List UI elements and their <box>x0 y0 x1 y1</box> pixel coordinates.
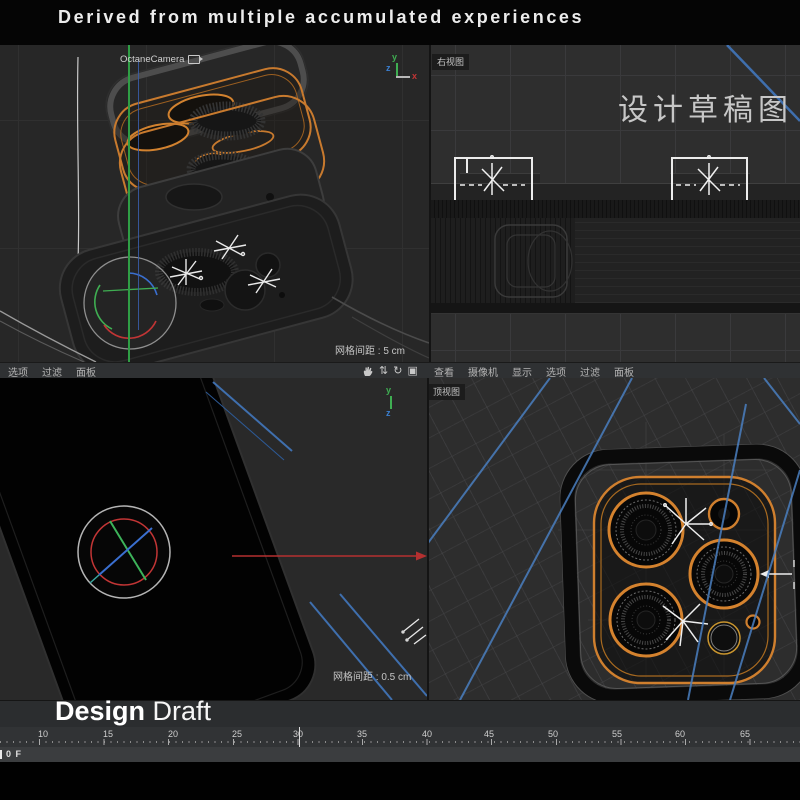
timeline-ruler[interactable]: 10 15 20 25 30 35 40 45 50 55 60 65 <box>0 727 800 747</box>
sketch-spark-annotations <box>460 156 740 195</box>
ruler-tick-label: 35 <box>352 729 372 739</box>
menu-item[interactable]: 选项 <box>8 364 28 379</box>
design-draft-watermark: Design Draft <box>55 696 211 727</box>
track-frame-label: 0 F <box>6 749 22 759</box>
z-axis-label: z <box>386 408 391 418</box>
measure-bracket <box>455 158 747 200</box>
grid-spacing-label: 网格间距 : 0.5 cm <box>333 668 411 683</box>
y-axis-label: y <box>392 52 397 62</box>
z-axis-label: z <box>386 63 391 73</box>
viewport-right-view[interactable]: 右视图 设计草稿图 <box>430 45 800 362</box>
x-axis-label: x <box>412 71 417 81</box>
x-axis-icon <box>396 76 410 78</box>
ruler-tick-label: 25 <box>227 729 247 739</box>
menu-item[interactable]: 面板 <box>76 364 96 379</box>
camera-label[interactable]: OctaneCamera <box>120 54 200 65</box>
ruler-tick-label: 60 <box>670 729 690 739</box>
orbit-icon[interactable]: ↻ <box>393 364 402 377</box>
sketch-blue-line <box>310 602 392 700</box>
timeline-playhead[interactable] <box>299 727 300 747</box>
sketch-spark-annotations <box>402 619 426 644</box>
perspective-scene <box>0 45 429 362</box>
viewport-divider[interactable] <box>427 378 429 700</box>
top-view-scene <box>428 378 800 700</box>
ruler-tick-label: 65 <box>735 729 755 739</box>
toggle-view-icon[interactable]: ▣ <box>407 364 417 377</box>
ruler-tick-label: 15 <box>98 729 118 739</box>
view-label[interactable]: 右视图 <box>432 54 469 70</box>
menu-item[interactable]: 摄像机 <box>468 364 498 379</box>
ruler-tick-label: 30 <box>288 729 308 739</box>
sensor-ring <box>708 622 740 654</box>
right-viewport-menu: 查看 摄像机 显示 选项 过滤 面板 <box>434 364 634 379</box>
footer-spacer <box>0 762 800 800</box>
camera-module[interactable] <box>594 477 775 683</box>
camera-lens[interactable] <box>609 493 683 567</box>
view-label[interactable]: 顶视图 <box>428 384 465 400</box>
left-viewport-menu: 选项 过滤 面板 <box>8 364 96 379</box>
ruler-tick-label: 20 <box>163 729 183 739</box>
camera-lens[interactable] <box>610 584 682 656</box>
menu-item[interactable]: 查看 <box>434 364 454 379</box>
viewport-perspective[interactable]: OctaneCamera y z x 网格间距 : 5 cm <box>0 45 429 362</box>
c4d-application-window: Derived from multiple accumulated experi… <box>0 0 800 800</box>
ruler-major-ticks <box>39 739 800 745</box>
dolly-icon[interactable]: ⇅ <box>379 364 388 377</box>
y-axis-icon <box>396 63 398 76</box>
menu-item[interactable]: 选项 <box>546 364 566 379</box>
camera-view-scene <box>0 378 427 700</box>
timeline-track[interactable]: 0 F <box>0 747 800 762</box>
ruler-tick-label: 45 <box>479 729 499 739</box>
y-axis-label: y <box>386 385 391 395</box>
viewport-nav-icons: ⇅ ↻ ▣ <box>362 363 418 378</box>
y-axis-guide-line <box>128 45 130 362</box>
sketch-title: 设计草稿图 <box>618 85 793 129</box>
menu-item[interactable]: 过滤 <box>580 364 600 379</box>
viewport-top-view[interactable]: 顶视图 <box>428 378 800 700</box>
viewport-divider[interactable] <box>429 45 431 362</box>
sketch-line <box>332 297 429 343</box>
ruler-tick-label: 55 <box>607 729 627 739</box>
sketch-line <box>77 57 79 287</box>
menu-item[interactable]: 显示 <box>512 364 532 379</box>
z-axis-guide-line <box>138 60 139 330</box>
track-start-tick <box>0 750 2 759</box>
ruler-tick-label: 50 <box>543 729 563 739</box>
camera-icon <box>188 55 200 64</box>
grid-spacing-label: 网格间距 : 5 cm <box>335 342 405 357</box>
ruler-tick-label: 40 <box>417 729 437 739</box>
pan-hand-icon[interactable] <box>362 365 374 377</box>
page-title: Derived from multiple accumulated experi… <box>58 7 584 28</box>
menu-item[interactable]: 面板 <box>614 364 634 379</box>
ruler-tick-label: 10 <box>33 729 53 739</box>
axis-gizmo: y z <box>378 388 420 424</box>
header-bar: Derived from multiple accumulated experi… <box>0 0 800 45</box>
axis-gizmo: y z x <box>378 55 420 91</box>
menu-item[interactable]: 过滤 <box>42 364 62 379</box>
axis-band-gizmo[interactable] <box>78 506 170 598</box>
camera-lens[interactable] <box>690 540 758 608</box>
rotation-gizmo[interactable] <box>84 257 176 349</box>
viewport-camera-view[interactable]: y z 网格间距 : 0.5 cm <box>0 378 427 700</box>
